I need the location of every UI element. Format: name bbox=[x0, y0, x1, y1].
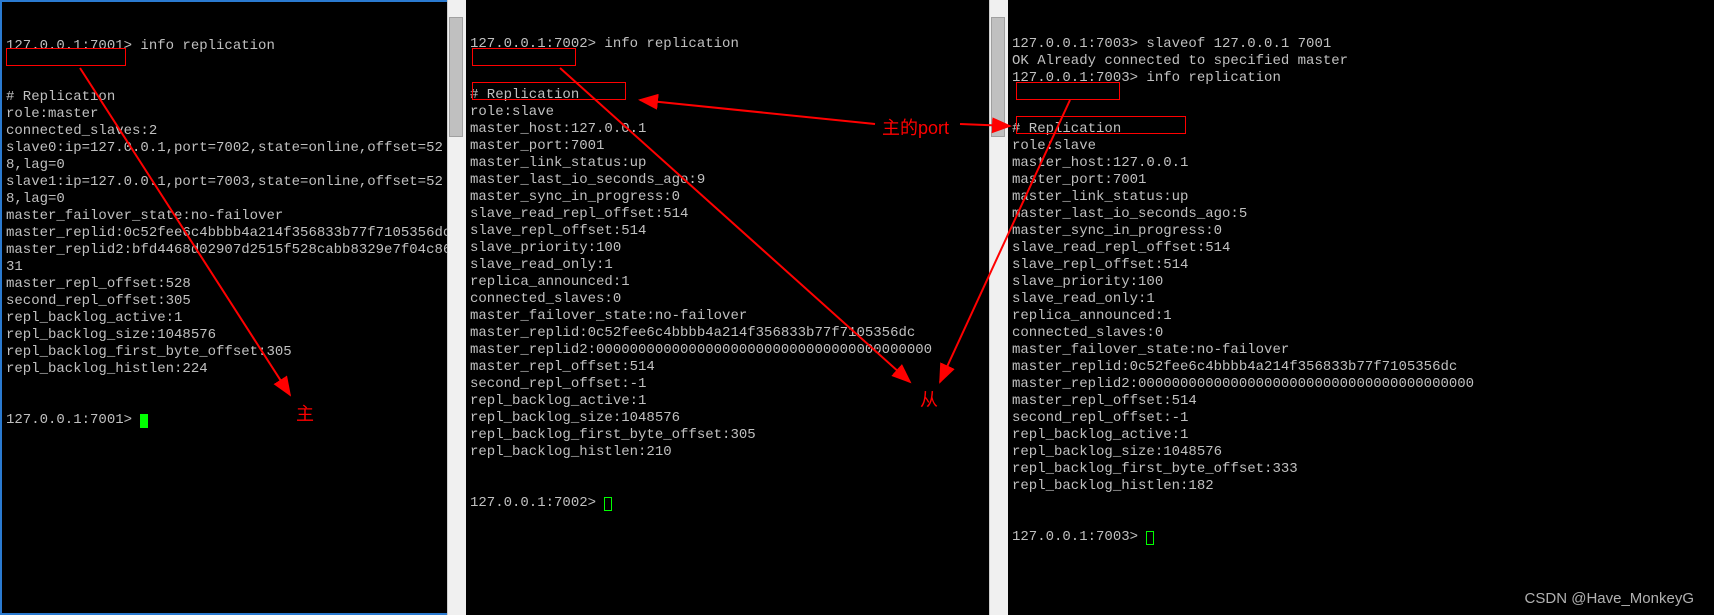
terminal-7002[interactable]: 127.0.0.1:7002> info replication # Repli… bbox=[466, 0, 1006, 615]
terminal-line: slave_read_repl_offset:514 bbox=[1012, 240, 1710, 257]
terminal-line: repl_backlog_active:1 bbox=[1012, 427, 1710, 444]
terminal-output: # Replicationrole:slavemaster_host:127.0… bbox=[470, 87, 1002, 461]
scrollbar-thumb[interactable] bbox=[991, 17, 1005, 137]
terminal-line: master_port:7001 bbox=[1012, 172, 1710, 189]
terminal-line: master_last_io_seconds_ago:9 bbox=[470, 172, 1002, 189]
scrollbar[interactable] bbox=[447, 0, 464, 615]
watermark: CSDN @Have_MonkeyG bbox=[1525, 590, 1694, 607]
scrollbar[interactable] bbox=[989, 0, 1006, 615]
terminal-line: OK Already connected to specified master bbox=[1012, 53, 1710, 70]
terminal-output: # Replicationrole:slavemaster_host:127.0… bbox=[1012, 121, 1710, 495]
terminal-output: 127.0.0.1:7003> slaveof 127.0.0.1 7001OK… bbox=[1012, 36, 1710, 87]
terminal-line: replica_announced:1 bbox=[1012, 308, 1710, 325]
terminal-7003[interactable]: 127.0.0.1:7003> slaveof 127.0.0.1 7001OK… bbox=[1008, 0, 1714, 615]
terminal-line: # Replication bbox=[470, 87, 1002, 104]
terminal-line: second_repl_offset:-1 bbox=[1012, 410, 1710, 427]
terminal-line: slave_repl_offset:514 bbox=[470, 223, 1002, 240]
terminal-line: master_failover_state:no-failover bbox=[1012, 342, 1710, 359]
terminal-prompt: 127.0.0.1:7002> bbox=[470, 495, 1002, 512]
terminal-line: repl_backlog_histlen:210 bbox=[470, 444, 1002, 461]
terminal-line: replica_announced:1 bbox=[470, 274, 1002, 291]
terminal-line: slave_priority:100 bbox=[1012, 274, 1710, 291]
terminal-line: connected_slaves:0 bbox=[470, 291, 1002, 308]
terminal-line: master_host:127.0.0.1 bbox=[1012, 155, 1710, 172]
terminal-line: master_failover_state:no-failover bbox=[470, 308, 1002, 325]
terminal-prompt: 127.0.0.1:7003> bbox=[1012, 529, 1710, 546]
terminal-line: second_repl_offset:305 bbox=[6, 293, 458, 310]
terminal-line: slave1:ip=127.0.0.1,port=7003,state=onli… bbox=[6, 174, 458, 208]
terminal-line: 127.0.0.1:7002> info replication bbox=[470, 36, 1002, 53]
terminal-line: master_failover_state:no-failover bbox=[6, 208, 458, 225]
terminal-prompt: 127.0.0.1:7001> bbox=[6, 412, 458, 429]
terminal-line: repl_backlog_first_byte_offset:305 bbox=[6, 344, 458, 361]
terminal-line: repl_backlog_first_byte_offset:305 bbox=[470, 427, 1002, 444]
terminal-line: repl_backlog_first_byte_offset:333 bbox=[1012, 461, 1710, 478]
terminal-line: repl_backlog_active:1 bbox=[470, 393, 1002, 410]
scrollbar-thumb[interactable] bbox=[449, 17, 463, 137]
terminal-line: master_sync_in_progress:0 bbox=[470, 189, 1002, 206]
terminal-line: slave0:ip=127.0.0.1,port=7002,state=onli… bbox=[6, 140, 458, 174]
cursor-icon bbox=[604, 497, 612, 511]
terminal-line: role:slave bbox=[1012, 138, 1710, 155]
terminal-line: master_link_status:up bbox=[1012, 189, 1710, 206]
terminal-line: repl_backlog_size:1048576 bbox=[470, 410, 1002, 427]
terminal-line: 127.0.0.1:7001> info replication bbox=[6, 38, 458, 55]
terminal-line: second_repl_offset:-1 bbox=[470, 376, 1002, 393]
terminal-line: slave_read_only:1 bbox=[470, 257, 1002, 274]
terminal-line: master_repl_offset:514 bbox=[1012, 393, 1710, 410]
terminal-line: master_repl_offset:528 bbox=[6, 276, 458, 293]
terminal-line: role:slave bbox=[470, 104, 1002, 121]
cursor-icon bbox=[140, 414, 148, 428]
terminal-line: slave_read_repl_offset:514 bbox=[470, 206, 1002, 223]
terminal-line: master_replid:0c52fee6c4bbbb4a214f356833… bbox=[470, 325, 1002, 342]
terminal-line: master_port:7001 bbox=[470, 138, 1002, 155]
terminal-line: role:master bbox=[6, 106, 458, 123]
cursor-icon bbox=[1146, 531, 1154, 545]
terminal-line: master_host:127.0.0.1 bbox=[470, 121, 1002, 138]
terminal-line: master_replid2:bfd4468d02907d2515f528cab… bbox=[6, 242, 458, 276]
terminal-line: slave_priority:100 bbox=[470, 240, 1002, 257]
terminal-line: master_replid:0c52fee6c4bbbb4a214f356833… bbox=[1012, 359, 1710, 376]
terminal-line: master_replid:0c52fee6c4bbbb4a214f356833… bbox=[6, 225, 458, 242]
terminal-line: # Replication bbox=[6, 89, 458, 106]
terminal-7001[interactable]: 127.0.0.1:7001> info replication # Repli… bbox=[0, 0, 464, 615]
terminal-output: # Replicationrole:masterconnected_slaves… bbox=[6, 89, 458, 378]
terminal-line: slave_read_only:1 bbox=[1012, 291, 1710, 308]
terminal-line: master_sync_in_progress:0 bbox=[1012, 223, 1710, 240]
terminal-line: master_last_io_seconds_ago:5 bbox=[1012, 206, 1710, 223]
terminal-line: repl_backlog_histlen:224 bbox=[6, 361, 458, 378]
terminal-line: repl_backlog_size:1048576 bbox=[1012, 444, 1710, 461]
terminal-line: connected_slaves:0 bbox=[1012, 325, 1710, 342]
terminal-line: repl_backlog_active:1 bbox=[6, 310, 458, 327]
terminal-line: slave_repl_offset:514 bbox=[1012, 257, 1710, 274]
terminal-line: connected_slaves:2 bbox=[6, 123, 458, 140]
terminal-line: master_replid2:0000000000000000000000000… bbox=[470, 342, 1002, 359]
terminal-line: master_replid2:0000000000000000000000000… bbox=[1012, 376, 1710, 393]
terminal-line: 127.0.0.1:7003> info replication bbox=[1012, 70, 1710, 87]
terminal-line: 127.0.0.1:7003> slaveof 127.0.0.1 7001 bbox=[1012, 36, 1710, 53]
terminal-line: repl_backlog_size:1048576 bbox=[6, 327, 458, 344]
terminal-line: master_link_status:up bbox=[470, 155, 1002, 172]
terminal-line: repl_backlog_histlen:182 bbox=[1012, 478, 1710, 495]
terminal-line: master_repl_offset:514 bbox=[470, 359, 1002, 376]
terminal-line: # Replication bbox=[1012, 121, 1710, 138]
